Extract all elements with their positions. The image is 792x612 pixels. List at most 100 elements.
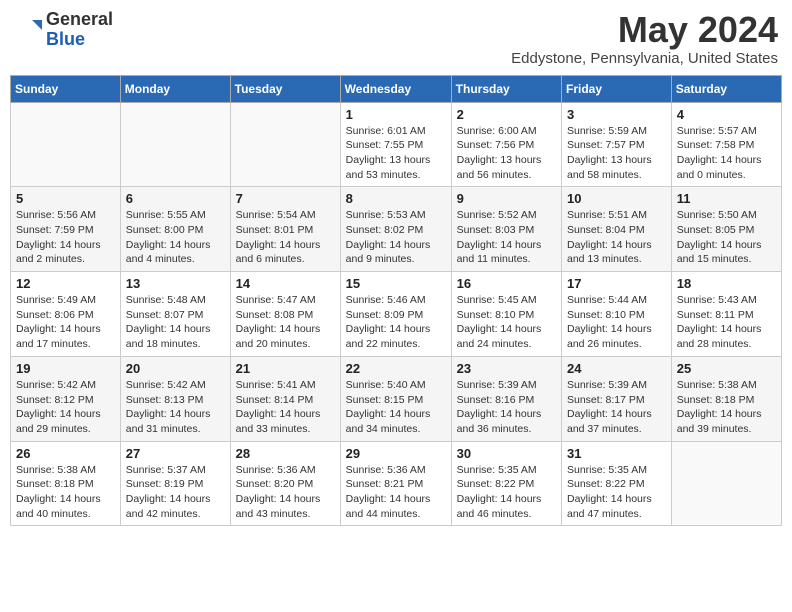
day-number: 20 [126, 361, 225, 376]
day-info: Sunrise: 5:50 AM Sunset: 8:05 PM Dayligh… [677, 208, 776, 267]
calendar-cell: 26Sunrise: 5:38 AM Sunset: 8:18 PM Dayli… [11, 441, 121, 526]
day-info: Sunrise: 5:37 AM Sunset: 8:19 PM Dayligh… [126, 463, 225, 522]
day-info: Sunrise: 5:36 AM Sunset: 8:21 PM Dayligh… [346, 463, 446, 522]
logo-general: General [46, 10, 113, 30]
day-number: 2 [457, 107, 556, 122]
day-number: 10 [567, 191, 666, 206]
day-info: Sunrise: 5:56 AM Sunset: 7:59 PM Dayligh… [16, 208, 115, 267]
day-number: 18 [677, 276, 776, 291]
calendar-cell: 1 Sunrise: 6:01 AM Sunset: 7:55 PM Daylig… [340, 102, 451, 187]
calendar-cell: 29 Sunrise: 5:36 AM Sunset: 8:21 PM Dayli… [340, 441, 451, 526]
day-info: Sunrise: 5:49 AM Sunset: 8:06 PM Dayligh… [16, 293, 115, 352]
day-number: 28 [236, 446, 335, 461]
calendar-cell: 11 Sunrise: 5:50 AM Sunset: 8:05 PM Dayli… [671, 187, 781, 272]
calendar-cell: 10Sunrise: 5:51 AM Sunset: 8:04 PM Dayli… [562, 187, 672, 272]
day-info: Sunrise: 5:53 AM Sunset: 8:02 PM Dayligh… [346, 208, 446, 267]
calendar-week-5: 26Sunrise: 5:38 AM Sunset: 8:18 PM Dayli… [11, 441, 782, 526]
calendar-cell: 6 Sunrise: 5:55 AM Sunset: 8:00 PM Daylig… [120, 187, 230, 272]
day-number: 21 [236, 361, 335, 376]
day-number: 19 [16, 361, 115, 376]
day-number: 16 [457, 276, 556, 291]
day-number: 31 [567, 446, 666, 461]
day-info: Sunrise: 5:45 AM Sunset: 8:10 PM Dayligh… [457, 293, 556, 352]
day-info: Sunrise: 5:47 AM Sunset: 8:08 PM Dayligh… [236, 293, 335, 352]
calendar-cell: 8 Sunrise: 5:53 AM Sunset: 8:02 PM Daylig… [340, 187, 451, 272]
calendar-cell: 30Sunrise: 5:35 AM Sunset: 8:22 PM Dayli… [451, 441, 561, 526]
day-number: 15 [346, 276, 446, 291]
calendar-week-2: 5 Sunrise: 5:56 AM Sunset: 7:59 PM Daylig… [11, 187, 782, 272]
day-number: 5 [16, 191, 115, 206]
day-info: Sunrise: 5:52 AM Sunset: 8:03 PM Dayligh… [457, 208, 556, 267]
day-number: 30 [457, 446, 556, 461]
calendar-cell: 17 Sunrise: 5:44 AM Sunset: 8:10 PM Dayli… [562, 272, 672, 357]
calendar-cell: 24Sunrise: 5:39 AM Sunset: 8:17 PM Dayli… [562, 356, 672, 441]
calendar-cell [230, 102, 340, 187]
logo-blue: Blue [46, 30, 113, 50]
day-info: Sunrise: 5:42 AM Sunset: 8:13 PM Dayligh… [126, 378, 225, 437]
calendar-header-wednesday: Wednesday [340, 75, 451, 102]
day-info: Sunrise: 5:54 AM Sunset: 8:01 PM Dayligh… [236, 208, 335, 267]
calendar-week-3: 12 Sunrise: 5:49 AM Sunset: 8:06 PM Dayli… [11, 272, 782, 357]
day-info: Sunrise: 5:40 AM Sunset: 8:15 PM Dayligh… [346, 378, 446, 437]
calendar-cell: 16 Sunrise: 5:45 AM Sunset: 8:10 PM Dayli… [451, 272, 561, 357]
day-info: Sunrise: 5:38 AM Sunset: 8:18 PM Dayligh… [677, 378, 776, 437]
day-info: Sunrise: 6:01 AM Sunset: 7:55 PM Dayligh… [346, 124, 446, 183]
calendar-cell: 7 Sunrise: 5:54 AM Sunset: 8:01 PM Daylig… [230, 187, 340, 272]
day-info: Sunrise: 5:55 AM Sunset: 8:00 PM Dayligh… [126, 208, 225, 267]
day-number: 25 [677, 361, 776, 376]
calendar-header-monday: Monday [120, 75, 230, 102]
day-info: Sunrise: 5:42 AM Sunset: 8:12 PM Dayligh… [16, 378, 115, 437]
month-title: May 2024 [511, 10, 778, 50]
location-subtitle: Eddystone, Pennsylvania, United States [511, 50, 778, 67]
calendar-cell: 23Sunrise: 5:39 AM Sunset: 8:16 PM Dayli… [451, 356, 561, 441]
calendar-cell [11, 102, 121, 187]
calendar-cell: 25 Sunrise: 5:38 AM Sunset: 8:18 PM Dayli… [671, 356, 781, 441]
calendar-cell: 5 Sunrise: 5:56 AM Sunset: 7:59 PM Daylig… [11, 187, 121, 272]
day-info: Sunrise: 5:36 AM Sunset: 8:20 PM Dayligh… [236, 463, 335, 522]
calendar-cell: 14 Sunrise: 5:47 AM Sunset: 8:08 PM Dayli… [230, 272, 340, 357]
day-info: Sunrise: 6:00 AM Sunset: 7:56 PM Dayligh… [457, 124, 556, 183]
day-info: Sunrise: 5:57 AM Sunset: 7:58 PM Dayligh… [677, 124, 776, 183]
day-info: Sunrise: 5:59 AM Sunset: 7:57 PM Dayligh… [567, 124, 666, 183]
calendar-cell [120, 102, 230, 187]
calendar-cell: 4Sunrise: 5:57 AM Sunset: 7:58 PM Daylig… [671, 102, 781, 187]
day-number: 24 [567, 361, 666, 376]
calendar-cell: 15Sunrise: 5:46 AM Sunset: 8:09 PM Dayli… [340, 272, 451, 357]
day-info: Sunrise: 5:43 AM Sunset: 8:11 PM Dayligh… [677, 293, 776, 352]
day-number: 7 [236, 191, 335, 206]
day-number: 14 [236, 276, 335, 291]
day-number: 29 [346, 446, 446, 461]
calendar-week-1: 1 Sunrise: 6:01 AM Sunset: 7:55 PM Daylig… [11, 102, 782, 187]
calendar-cell: 3 Sunrise: 5:59 AM Sunset: 7:57 PM Daylig… [562, 102, 672, 187]
day-number: 8 [346, 191, 446, 206]
calendar-cell: 19 Sunrise: 5:42 AM Sunset: 8:12 PM Dayli… [11, 356, 121, 441]
calendar-cell: 28 Sunrise: 5:36 AM Sunset: 8:20 PM Dayli… [230, 441, 340, 526]
day-info: Sunrise: 5:48 AM Sunset: 8:07 PM Dayligh… [126, 293, 225, 352]
calendar-cell: 12 Sunrise: 5:49 AM Sunset: 8:06 PM Dayli… [11, 272, 121, 357]
day-number: 3 [567, 107, 666, 122]
day-number: 9 [457, 191, 556, 206]
day-info: Sunrise: 5:44 AM Sunset: 8:10 PM Dayligh… [567, 293, 666, 352]
calendar-cell: 13Sunrise: 5:48 AM Sunset: 8:07 PM Dayli… [120, 272, 230, 357]
calendar-header-sunday: Sunday [11, 75, 121, 102]
calendar-header-thursday: Thursday [451, 75, 561, 102]
calendar-header-tuesday: Tuesday [230, 75, 340, 102]
day-info: Sunrise: 5:38 AM Sunset: 8:18 PM Dayligh… [16, 463, 115, 522]
calendar-header-friday: Friday [562, 75, 672, 102]
day-info: Sunrise: 5:35 AM Sunset: 8:22 PM Dayligh… [567, 463, 666, 522]
title-section: May 2024 Eddystone, Pennsylvania, United… [511, 10, 778, 67]
logo-icon [14, 16, 42, 44]
logo: General Blue [14, 10, 113, 50]
day-info: Sunrise: 5:41 AM Sunset: 8:14 PM Dayligh… [236, 378, 335, 437]
day-number: 1 [346, 107, 446, 122]
calendar-cell [671, 441, 781, 526]
calendar-cell: 27Sunrise: 5:37 AM Sunset: 8:19 PM Dayli… [120, 441, 230, 526]
calendar-header-saturday: Saturday [671, 75, 781, 102]
calendar-week-4: 19 Sunrise: 5:42 AM Sunset: 8:12 PM Dayli… [11, 356, 782, 441]
logo-text: General Blue [46, 10, 113, 50]
day-number: 11 [677, 191, 776, 206]
calendar-cell: 9 Sunrise: 5:52 AM Sunset: 8:03 PM Daylig… [451, 187, 561, 272]
day-number: 6 [126, 191, 225, 206]
day-number: 17 [567, 276, 666, 291]
day-number: 12 [16, 276, 115, 291]
